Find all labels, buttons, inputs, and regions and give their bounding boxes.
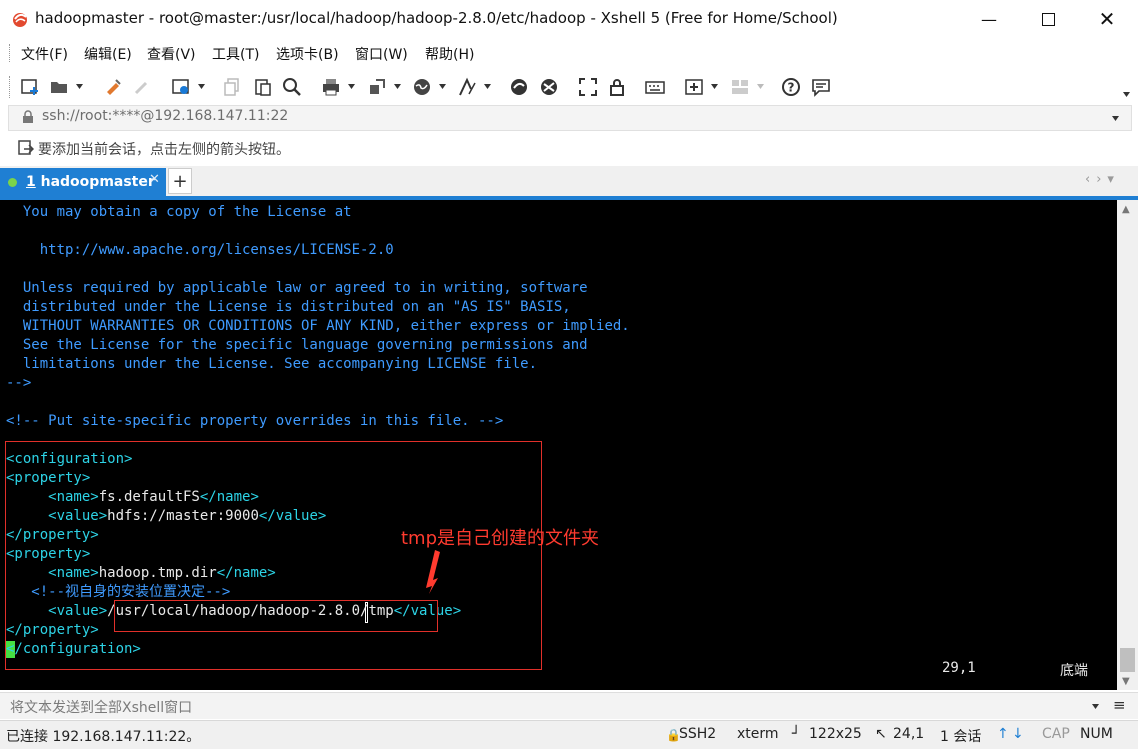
font-icon[interactable]	[456, 76, 478, 98]
fullscreen-icon[interactable]	[577, 76, 599, 98]
terminal-line: <!-- Put site-specific property override…	[6, 413, 504, 429]
help-icon[interactable]: ?	[780, 76, 802, 98]
xmanager-icon[interactable]	[538, 76, 560, 98]
cursor-icon: ↖	[875, 726, 887, 742]
maximize-button[interactable]	[1025, 0, 1071, 38]
chevron-down-icon[interactable]	[76, 83, 83, 90]
connection-status: 已连接 192.168.147.11:22。	[6, 729, 201, 745]
chat-icon[interactable]	[810, 76, 832, 98]
menu-window[interactable]: 窗口(W)	[355, 44, 408, 64]
lock-icon	[23, 110, 33, 123]
maximize-icon	[1041, 12, 1055, 26]
lock-icon[interactable]	[606, 76, 628, 98]
tab-label: 1 hadoopmaster	[26, 174, 155, 190]
plus-icon: +	[172, 170, 188, 192]
add-panel-icon[interactable]	[683, 76, 705, 98]
compose-input[interactable]: 将文本发送到全部Xshell窗口	[10, 697, 192, 717]
resize-icon: ┘	[792, 726, 801, 742]
terminal-line: -->	[6, 375, 32, 391]
disconnect-icon[interactable]	[131, 76, 153, 98]
vim-scroll-indicator: 底端	[1060, 663, 1088, 679]
download-icon: ↓	[1012, 726, 1024, 742]
terminal-type: xterm	[737, 726, 779, 742]
vim-cursor-position: 29,1	[942, 660, 976, 676]
menu-grip	[9, 44, 12, 62]
session-count: 1 会话	[940, 729, 982, 745]
terminal-line: Unless required by applicable law or agr…	[6, 280, 588, 296]
menu-edit[interactable]: 编辑(E)	[84, 44, 132, 64]
keyboard-icon[interactable]	[644, 76, 666, 98]
hint-text: 要添加当前会话，点击左侧的箭头按钮。	[38, 142, 290, 158]
menu-help[interactable]: 帮助(H)	[425, 44, 474, 64]
terminal-line: See the License for the specific languag…	[6, 337, 588, 353]
terminal-line: WITHOUT WARRANTIES OR CONDITIONS OF ANY …	[6, 318, 630, 334]
add-session-arrow-icon[interactable]	[18, 140, 34, 156]
transfer-icon[interactable]	[366, 76, 388, 98]
menu-tools[interactable]: 工具(T)	[212, 44, 259, 64]
globe-icon[interactable]	[411, 76, 433, 98]
xshell-app-icon	[13, 13, 27, 27]
scrollbar-thumb[interactable]	[1120, 648, 1135, 672]
compose-menu-icon[interactable]: ≡	[1113, 696, 1126, 714]
chevron-down-icon[interactable]	[348, 83, 355, 90]
minimize-icon: —	[981, 9, 997, 29]
terminal-size: 122x25	[809, 726, 862, 742]
cursor-position: 24,1	[893, 726, 925, 742]
tab-number: 1	[26, 174, 36, 190]
annotation-box-tmp-path	[114, 600, 438, 632]
scroll-down-icon[interactable]: ▼	[1122, 676, 1130, 687]
open-folder-icon[interactable]	[48, 76, 70, 98]
chevron-down-icon[interactable]	[711, 83, 718, 90]
upload-icon: ↑	[997, 726, 1009, 742]
paste-icon[interactable]	[252, 76, 274, 98]
terminal-line: You may obtain a copy of the License at	[6, 204, 352, 220]
menu-file[interactable]: 文件(F)	[21, 44, 68, 64]
terminal-scrollbar[interactable]	[1117, 200, 1138, 690]
toolbar-grip	[9, 76, 12, 98]
terminal-line: http://www.apache.org/licenses/LICENSE-2…	[6, 242, 394, 258]
protocol: SSH2	[679, 726, 717, 742]
close-icon: ✕	[1098, 7, 1116, 31]
toolbar-overflow-icon[interactable]	[1123, 91, 1130, 98]
menu-tabs[interactable]: 选项卡(B)	[276, 44, 339, 64]
tab-navigation[interactable]: ‹›▾	[1085, 172, 1120, 187]
chevron-down-icon[interactable]	[439, 83, 446, 90]
reconnect-icon[interactable]	[102, 76, 124, 98]
layout-icon[interactable]	[729, 76, 751, 98]
print-icon[interactable]	[320, 76, 342, 98]
window-title: hadoopmaster - root@master:/usr/local/ha…	[35, 9, 838, 27]
chevron-down-icon[interactable]	[484, 83, 491, 90]
chevron-down-icon[interactable]	[1092, 703, 1099, 710]
chevron-down-icon[interactable]	[1112, 115, 1119, 122]
xftp-icon[interactable]	[508, 76, 530, 98]
chevron-down-icon[interactable]	[198, 83, 205, 90]
annotation-arrow-icon	[426, 550, 440, 594]
svg-text:?: ?	[788, 81, 795, 95]
annotation-box-configuration	[5, 441, 542, 670]
num-lock-indicator: NUM	[1080, 726, 1113, 742]
tab-name: hadoopmaster	[40, 174, 155, 190]
add-tab-button[interactable]: +	[168, 168, 192, 194]
terminal-line: limitations under the License. See accom…	[6, 356, 538, 372]
new-session-icon[interactable]	[19, 76, 41, 98]
copy-icon[interactable]	[222, 76, 244, 98]
chevron-down-icon[interactable]	[394, 83, 401, 90]
annotation-text: tmp是自己创建的文件夹	[401, 528, 600, 549]
properties-icon[interactable]	[170, 76, 192, 98]
chevron-down-icon[interactable]	[757, 83, 764, 90]
close-button[interactable]: ✕	[1084, 0, 1130, 38]
minimize-button[interactable]: —	[966, 0, 1012, 38]
address-value[interactable]: ssh://root:****@192.168.147.11:22	[42, 108, 288, 124]
terminal-line: distributed under the License is distrib…	[6, 299, 571, 315]
caps-lock-indicator: CAP	[1042, 726, 1070, 742]
tab-close-icon[interactable]: ✕	[149, 172, 160, 187]
find-icon[interactable]	[281, 76, 303, 98]
connection-status-dot	[8, 178, 17, 187]
menu-view[interactable]: 查看(V)	[147, 44, 196, 64]
scroll-up-icon[interactable]: ▲	[1122, 204, 1130, 215]
